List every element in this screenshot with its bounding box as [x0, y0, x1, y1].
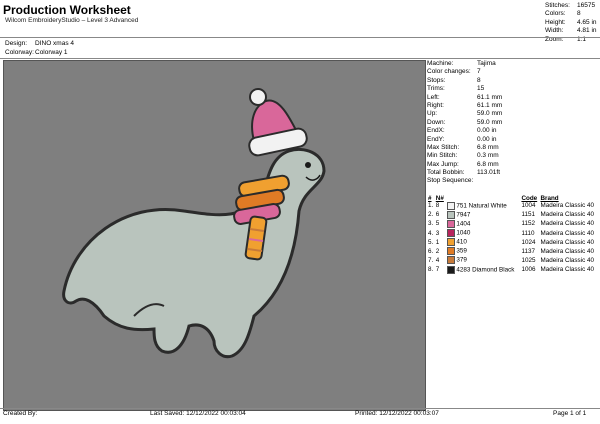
design-label: Design: — [5, 40, 28, 47]
dino-eye — [305, 162, 311, 168]
needle-number: 3 — [435, 229, 440, 237]
info-row: Stops: 8 — [427, 76, 481, 84]
color-swatch — [446, 238, 455, 247]
thread-brand: Madeira Classic 40 — [540, 229, 594, 237]
summary-row: Stitches: 16575 — [545, 2, 596, 9]
color-swatch — [446, 229, 455, 238]
colorway-value: Colorway 1 — [35, 49, 68, 56]
created-by: Created By: — [3, 410, 38, 417]
worksheet-title: Production Worksheet — [3, 3, 131, 17]
table-row: 4. 3 1040 1110 Madeira Classic 40 — [427, 229, 599, 238]
table-row: 3. 5 1404 1152 Madeira Classic 40 — [427, 220, 599, 229]
info-row: Machine: Tajima — [427, 60, 496, 67]
table-row: 8. 7 4283 Diamond Black 1006 Madeira Cla… — [427, 265, 599, 275]
color-swatch-cell: 7947 — [446, 211, 521, 220]
color-swatch-cell: 751 Natural White — [446, 202, 521, 211]
info-row: EndX: 0.00 in — [427, 127, 497, 135]
needle-number: 6 — [435, 211, 440, 219]
color-swatch — [446, 220, 455, 229]
info-row: Total Bobbin: 113.01ft — [427, 169, 501, 177]
info-row: Left: 61.1 mm — [427, 93, 503, 101]
color-swatch — [446, 211, 455, 220]
stop-number: 5. — [428, 238, 434, 246]
table-row: 1. 8 751 Natural White 1004 Madeira Clas… — [427, 202, 599, 211]
stop-number: 4. — [428, 229, 434, 237]
stop-sequence-table: # N# Code Brand 1. 8 751 Natural White 1… — [427, 194, 599, 275]
thread-code: 1151 — [521, 211, 535, 219]
thread-code: 1025 — [521, 256, 536, 264]
thread-code: 1024 — [521, 238, 536, 246]
thread-brand: Madeira Classic 40 — [540, 238, 594, 246]
thread-code: 1152 — [521, 220, 535, 228]
printed: Printed: 12/12/2022 00:03:07 — [355, 410, 439, 417]
stop-number: 1. — [428, 202, 434, 210]
info-row: Max Jump: 6.8 mm — [427, 160, 499, 168]
thread-code: 1004 — [521, 202, 536, 210]
santa-hat — [248, 88, 308, 157]
design-row: Design: DINO xmas 4 — [5, 40, 74, 48]
thread-brand: Madeira Classic 40 — [540, 247, 594, 255]
info-row: Down: 59.0 mm — [427, 118, 503, 126]
needle-number: 7 — [435, 265, 440, 273]
footer-divider — [0, 408, 600, 409]
dino-embroidery-image — [62, 88, 326, 359]
color-swatch-cell: 379 — [446, 256, 521, 265]
thread-brand: Madeira Classic 40 — [540, 265, 594, 273]
thread-brand: Madeira Classic 40 — [540, 211, 594, 219]
info-row: Up: 59.0 mm — [427, 110, 503, 118]
stop-number: 6. — [428, 247, 434, 255]
design-preview — [3, 60, 426, 411]
color-swatch-cell: 359 — [446, 247, 521, 256]
page-number: Page 1 of 1 — [553, 410, 587, 417]
thread-brand: Madeira Classic 40 — [540, 220, 594, 228]
table-header: # N# Code Brand — [428, 194, 559, 202]
color-swatch — [446, 202, 455, 210]
stop-number: 7. — [428, 256, 434, 264]
last-saved: Last Saved: 12/12/2022 00:03:04 — [150, 410, 246, 417]
color-swatch — [446, 265, 455, 274]
thread-code: 1110 — [521, 229, 535, 237]
colorway-label: Colorway: — [5, 49, 34, 56]
summary-row: Colors: 8 — [545, 10, 581, 18]
needle-number: 5 — [435, 220, 440, 228]
table-row: 7. 4 379 1025 Madeira Classic 40 — [427, 256, 599, 265]
needle-number: 4 — [435, 256, 440, 264]
needle-number: 2 — [435, 247, 440, 255]
summary-row: Height: 4.65 in — [545, 18, 597, 26]
color-swatch-cell: 4283 Diamond Black — [446, 265, 521, 275]
color-swatch — [446, 256, 455, 265]
thread-code: 1006 — [521, 265, 536, 273]
info-row: Min Stitch: 0.3 mm — [427, 152, 499, 160]
info-row: Color changes: 7 — [427, 68, 481, 76]
info-row: Right: 61.1 mm — [427, 101, 503, 109]
color-swatch-cell: 1404 — [446, 220, 521, 229]
thread-brand: Madeira Classic 40 — [540, 202, 594, 210]
info-row: Max Stitch: 6.8 mm — [427, 143, 499, 151]
design-value: DINO xmas 4 — [35, 40, 75, 47]
worksheet-subtitle: Wilcom EmbroideryStudio – Level 3 Advanc… — [5, 17, 139, 24]
summary-row: Width: 4.81 in — [545, 27, 597, 35]
color-swatch-cell: 410 — [446, 238, 521, 247]
thread-brand: Madeira Classic 40 — [540, 256, 594, 264]
info-row: Trims: 15 — [427, 85, 485, 93]
table-row: 2. 6 7947 1151 Madeira Classic 40 — [427, 211, 599, 220]
stop-number: 3. — [428, 220, 434, 228]
colorway-row: Colorway:Colorway 1 — [5, 49, 68, 57]
needle-number: 8 — [435, 202, 440, 210]
info-row: EndY: 0.00 in — [427, 135, 497, 143]
needle-number: 1 — [435, 238, 440, 246]
header-divider — [0, 37, 600, 38]
stop-number: 8. — [428, 265, 434, 273]
header-divider-2 — [0, 58, 600, 59]
thread-code: 1137 — [521, 247, 535, 255]
stop-sequence-label: Stop Sequence: — [427, 177, 474, 185]
machine-info-panel: Machine: Tajima Color changes: 7 Stops: 8 T… — [427, 60, 599, 186]
color-swatch-cell: 1040 — [446, 229, 521, 238]
table-row: 6. 2 359 1137 Madeira Classic 40 — [427, 247, 599, 256]
color-swatch — [446, 247, 455, 256]
table-row: 5. 1 410 1024 Madeira Classic 40 — [427, 238, 599, 247]
stop-number: 2. — [428, 211, 434, 219]
